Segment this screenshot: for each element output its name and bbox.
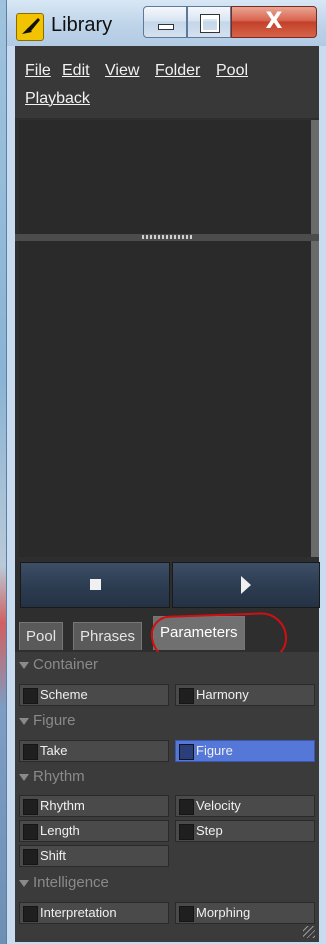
window-title: Library: [51, 14, 113, 36]
toggle-label: Length: [40, 823, 80, 838]
tab-phrases[interactable]: Phrases: [73, 622, 143, 650]
toggle-label: Scheme: [40, 687, 88, 702]
collapse-triangle-icon: [19, 717, 29, 725]
tab-pool[interactable]: Pool: [19, 622, 64, 650]
toggle-indicator: [23, 906, 38, 922]
library-tree-pane[interactable]: [19, 120, 311, 234]
pane-splitter[interactable]: [15, 234, 319, 241]
maximize-button[interactable]: [187, 6, 231, 38]
parameters-panel: Container Scheme Harmony Figure Take Fig…: [15, 652, 319, 942]
toggle-rhythm[interactable]: Rhythm: [19, 795, 169, 817]
tab-bar: Pool Phrases Parameters: [15, 612, 319, 652]
toggle-label: Rhythm: [40, 798, 85, 813]
menu-bar: File Edit View Folder Pool Playback: [15, 46, 319, 118]
toggle-morphing[interactable]: Morphing: [175, 902, 315, 924]
section-title: Rhythm: [33, 768, 85, 785]
app-content: File Edit View Folder Pool Playback Pool…: [15, 46, 320, 942]
collapse-triangle-icon: [19, 773, 29, 781]
title-bar[interactable]: Library X: [7, 0, 326, 46]
toggle-label: Figure: [196, 743, 233, 758]
toggle-label: Take: [40, 743, 68, 758]
toggle-label: Morphing: [196, 905, 251, 920]
toggle-velocity[interactable]: Velocity: [175, 795, 315, 817]
minimize-icon: [158, 24, 174, 30]
menu-playback[interactable]: Playback: [25, 90, 90, 108]
stop-button[interactable]: [20, 562, 170, 608]
stop-icon: [90, 579, 101, 590]
toggle-figure[interactable]: Figure: [175, 740, 315, 762]
toggle-label: Interpretation: [40, 905, 117, 920]
tab-parameters[interactable]: Parameters: [153, 616, 245, 650]
close-button[interactable]: X: [231, 6, 317, 38]
toggle-step[interactable]: Step: [175, 820, 315, 842]
minimize-button[interactable]: [143, 6, 187, 38]
toggle-indicator: [23, 799, 38, 815]
section-header-intelligence[interactable]: Intelligence: [19, 874, 109, 896]
toggle-scheme[interactable]: Scheme: [19, 684, 169, 706]
close-icon: X: [265, 9, 283, 34]
collapse-triangle-icon: [19, 661, 29, 669]
library-items-scrollbar[interactable]: [311, 241, 319, 557]
section-title: Intelligence: [33, 874, 109, 891]
play-button[interactable]: [172, 562, 320, 608]
menu-view[interactable]: View: [105, 62, 139, 80]
play-icon: [241, 576, 251, 594]
resize-grip-icon[interactable]: [303, 926, 315, 938]
maximize-icon: [200, 14, 220, 33]
toggle-indicator: [179, 799, 194, 815]
menu-file[interactable]: File: [25, 62, 51, 80]
toggle-label: Harmony: [196, 687, 249, 702]
section-header-figure[interactable]: Figure: [19, 712, 76, 734]
toggle-interpretation[interactable]: Interpretation: [19, 902, 169, 924]
toggle-indicator: [23, 688, 38, 704]
toggle-label: Step: [196, 823, 223, 838]
toggle-indicator: [23, 824, 38, 840]
toggle-take[interactable]: Take: [19, 740, 169, 762]
section-header-rhythm[interactable]: Rhythm: [19, 768, 85, 790]
toggle-indicator: [23, 744, 38, 760]
toggle-shift[interactable]: Shift: [19, 845, 169, 867]
menu-folder[interactable]: Folder: [155, 62, 200, 80]
toggle-indicator: [23, 849, 38, 865]
section-title: Container: [33, 656, 99, 673]
menu-edit[interactable]: Edit: [62, 62, 90, 80]
app-logo-icon: [16, 13, 44, 41]
toggle-indicator: [179, 744, 194, 760]
section-header-container[interactable]: Container: [19, 656, 98, 678]
library-tree-scrollbar[interactable]: [311, 120, 319, 234]
library-items-pane[interactable]: [19, 241, 311, 557]
section-title: Figure: [33, 712, 76, 729]
library-window: Library X File Edit View Folder Pool Pla…: [6, 0, 326, 944]
menu-pool[interactable]: Pool: [216, 62, 248, 80]
toggle-length[interactable]: Length: [19, 820, 169, 842]
toggle-label: Velocity: [196, 798, 241, 813]
toggle-indicator: [179, 688, 194, 704]
splitter-grip-icon[interactable]: [142, 235, 192, 239]
toggle-label: Shift: [40, 848, 67, 863]
toggle-harmony[interactable]: Harmony: [175, 684, 315, 706]
toggle-indicator: [179, 906, 194, 922]
toggle-indicator: [179, 824, 194, 840]
collapse-triangle-icon: [19, 879, 29, 887]
